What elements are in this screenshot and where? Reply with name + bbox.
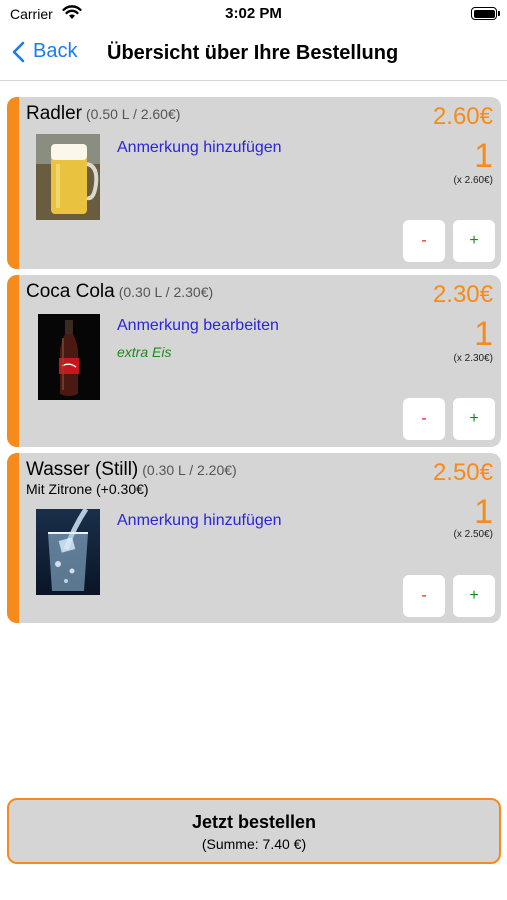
place-order-label: Jetzt bestellen [191,812,317,832]
navigation-bar: Back Übersicht über Ihre Bestellung [0,30,507,81]
back-label: Back [33,40,78,62]
battery-icon [471,7,500,20]
order-item-card: Coca Cola (0.30 L / 2.30€) 2.30€ Anmerkun… [7,275,501,447]
decrease-quantity-button[interactable]: - [403,398,445,440]
item-quantity: 1 [474,315,493,353]
item-accent-bar [7,453,19,623]
cola-bottle-photo [38,314,100,400]
item-name: Coca Cola (0.30 L / 2.30€) [26,281,213,303]
item-extra-option: Mit Zitrone (+0.30€) [26,481,149,497]
item-name: Radler (0.50 L / 2.60€) [26,103,180,125]
increase-quantity-button[interactable]: + [453,220,495,262]
item-total-price: 2.60€ [432,103,493,130]
item-name-text: Radler [26,103,82,124]
chevron-left-icon [12,41,25,62]
clock: 3:02 PM [225,5,282,22]
item-total-price: 2.50€ [432,459,493,486]
edit-note-button[interactable]: Anmerkung bearbeiten [117,317,279,335]
beer-mug-photo [36,134,100,220]
item-name-text: Coca Cola [26,281,115,302]
water-glass-photo [36,509,100,595]
status-bar: Carrier 3:02 PM [0,0,507,30]
item-volume-price: (0.30 L / 2.20€) [142,462,237,478]
place-order-button[interactable]: Jetzt bestellen (Summe: 7.40 €) [7,798,501,864]
item-total-price: 2.30€ [432,281,493,308]
item-accent-bar [7,275,19,447]
item-name: Wasser (Still) (0.30 L / 2.20€) [26,459,237,481]
item-unit-price: (x 2.60€) [453,175,493,186]
item-accent-bar [7,97,19,269]
page-title: Übersicht über Ihre Bestellung [107,42,399,64]
back-button[interactable]: Back [12,40,77,63]
add-note-button[interactable]: Anmerkung hinzufügen [117,139,282,157]
order-item-card: Radler (0.50 L / 2.60€) 2.60€ Anmerkung h… [7,97,501,269]
increase-quantity-button[interactable]: + [453,575,495,617]
order-sum: (Summe: 7.40 €) [201,836,307,852]
add-note-button[interactable]: Anmerkung hinzufügen [117,512,282,530]
decrease-quantity-button[interactable]: - [403,220,445,262]
decrease-quantity-button[interactable]: - [403,575,445,617]
item-name-text: Wasser (Still) [26,459,139,480]
item-quantity: 1 [474,493,493,531]
item-unit-price: (x 2.30€) [453,353,493,364]
item-unit-price: (x 2.50€) [453,529,493,540]
item-volume-price: (0.50 L / 2.60€) [85,106,181,122]
item-volume-price: (0.30 L / 2.30€) [118,284,214,300]
increase-quantity-button[interactable]: + [453,398,495,440]
item-quantity: 1 [474,137,493,175]
item-note-text: extra Eis [117,344,172,360]
order-item-card: Wasser (Still) (0.30 L / 2.20€) Mit Zitro… [7,453,501,623]
